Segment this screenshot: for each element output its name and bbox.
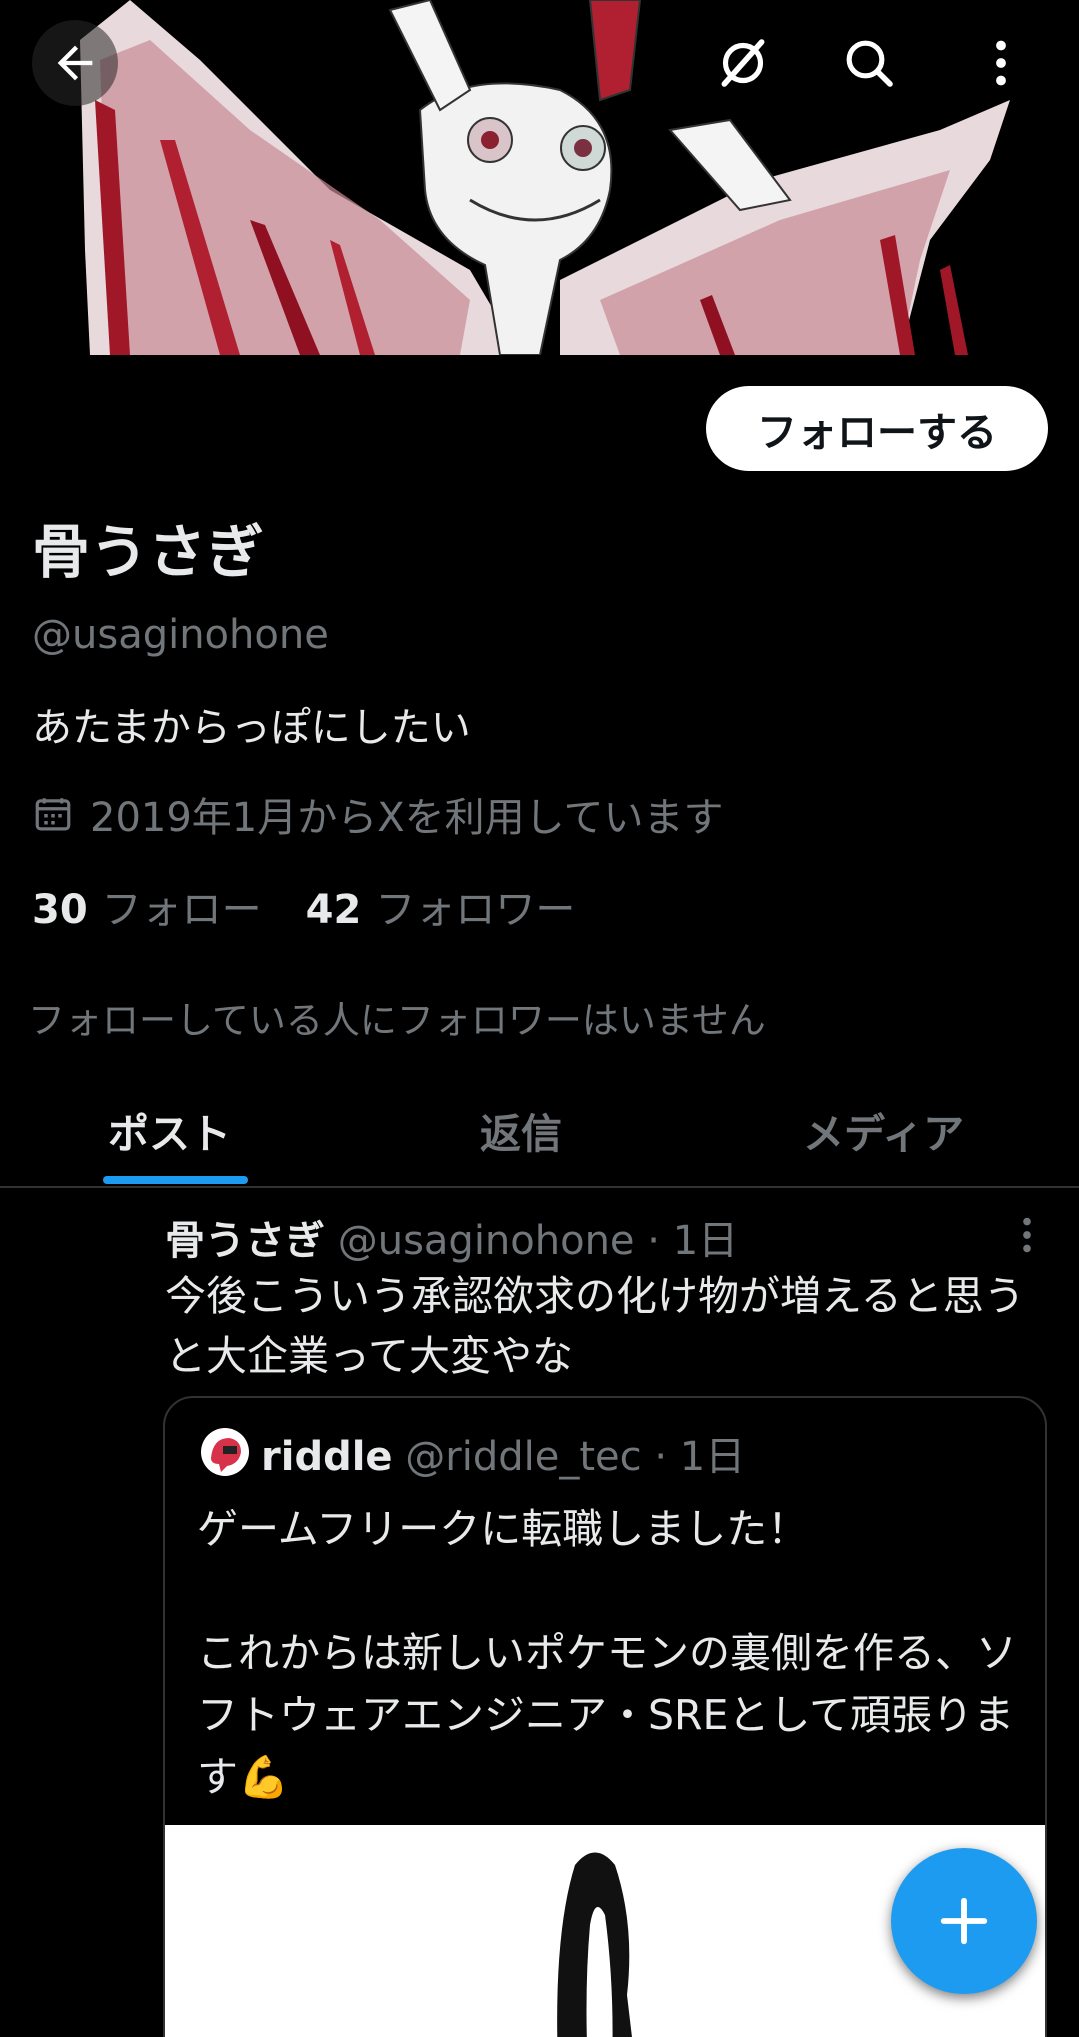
- search-button[interactable]: [826, 20, 912, 106]
- profile-handle: @usaginohone: [32, 612, 329, 658]
- followers-label: フォロワー: [375, 887, 576, 933]
- follow-stats: 30 フォロー 42 フォロワー: [32, 877, 619, 935]
- search-icon: [846, 40, 893, 87]
- arrow-left-icon: [57, 45, 93, 81]
- quoted-author-handle: @riddle_tec: [405, 1434, 642, 1480]
- followers-link[interactable]: 42 フォロワー: [306, 877, 576, 935]
- known-followers-note: フォローしている人にフォロワーはいません: [28, 999, 766, 1042]
- quoted-post-time: · 1日: [654, 1434, 746, 1480]
- grok-icon: [721, 39, 765, 87]
- joined-text: 2019年1月からXを利用しています: [90, 795, 724, 841]
- profile-banner[interactable]: [0, 0, 1079, 355]
- quoted-avatar[interactable]: [201, 1428, 249, 1476]
- display-name: 骨うさぎ: [32, 518, 265, 586]
- tab-replies[interactable]: 返信: [480, 1100, 562, 1160]
- post-text: 今後こういう承認欲求の化け物が増えると思うと大企業って大変やな: [165, 1272, 1025, 1380]
- post-more-icon[interactable]: [1012, 1212, 1042, 1258]
- follow-button[interactable]: フォローする: [706, 386, 1048, 471]
- post-header: 骨うさぎ @usaginohone · 1日: [165, 1208, 738, 1266]
- profile-tabs: ポスト 返信 メディア: [0, 1090, 1079, 1188]
- post-author-handle: @usaginohone: [337, 1218, 635, 1264]
- back-button[interactable]: [32, 20, 118, 106]
- plus-icon: [940, 1897, 988, 1945]
- more-vertical-icon: [996, 40, 1006, 86]
- quoted-author-name: riddle: [261, 1434, 393, 1480]
- following-label: フォロー: [101, 887, 262, 933]
- grok-button[interactable]: [700, 20, 786, 106]
- compose-button[interactable]: [891, 1848, 1037, 1994]
- quoted-header: riddle @riddle_tec · 1日: [261, 1424, 745, 1482]
- joined-date: 2019年1月からXを利用しています: [32, 788, 724, 841]
- calendar-icon: [35, 798, 71, 831]
- profile-bio: あたまからっぽにしたい: [32, 705, 471, 751]
- more-options-button[interactable]: [958, 20, 1044, 106]
- followers-count: 42: [305, 887, 362, 933]
- banner-illustration: [0, 0, 1079, 355]
- following-count: 30: [32, 887, 88, 933]
- post-author-name[interactable]: 骨うさぎ: [165, 1218, 325, 1264]
- post-time: · 1日: [647, 1218, 739, 1264]
- tab-media[interactable]: メディア: [803, 1100, 964, 1160]
- tab-posts[interactable]: ポスト: [108, 1100, 231, 1160]
- quoted-text: ゲームフリークに転職しました！ これからは新しいポケモンの裏側を作る、ソフトウェ…: [197, 1505, 1017, 1801]
- active-tab-indicator: [103, 1176, 248, 1184]
- following-link[interactable]: 30 フォロー: [32, 877, 262, 935]
